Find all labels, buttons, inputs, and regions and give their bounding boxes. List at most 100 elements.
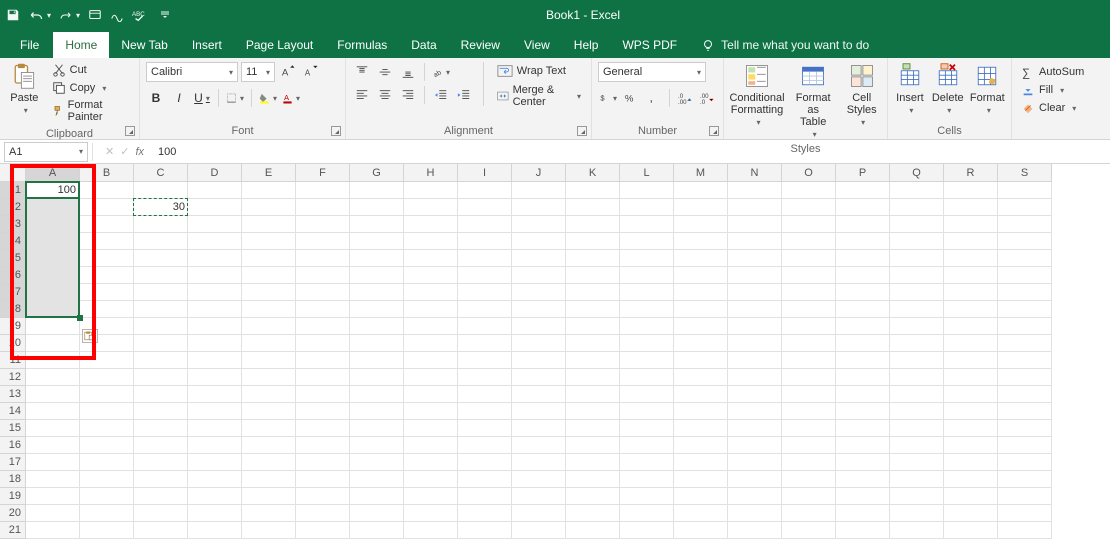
cell-E13[interactable]: [242, 386, 296, 403]
cell-C4[interactable]: [134, 233, 188, 250]
decrease-indent-button[interactable]: [431, 85, 451, 105]
cell-J14[interactable]: [512, 403, 566, 420]
cell-E17[interactable]: [242, 454, 296, 471]
redo-icon[interactable]: ▾: [59, 8, 80, 22]
cell-D16[interactable]: [188, 437, 242, 454]
cell-Q13[interactable]: [890, 386, 944, 403]
cell-H10[interactable]: [404, 335, 458, 352]
cell-F2[interactable]: [296, 199, 350, 216]
orientation-button[interactable]: ab▾: [431, 62, 451, 82]
cell-S8[interactable]: [998, 301, 1052, 318]
cell-G11[interactable]: [350, 352, 404, 369]
cell-K7[interactable]: [566, 284, 620, 301]
clipboard-launcher[interactable]: [125, 126, 135, 136]
cell-C14[interactable]: [134, 403, 188, 420]
cell-Q17[interactable]: [890, 454, 944, 471]
qat-icon-2[interactable]: [110, 8, 124, 22]
tab-file[interactable]: File: [6, 32, 53, 58]
delete-cells-button[interactable]: Delete ▾: [932, 62, 964, 115]
col-header-S[interactable]: S: [998, 164, 1052, 182]
cell-Q9[interactable]: [890, 318, 944, 335]
cell-L6[interactable]: [620, 267, 674, 284]
cell-C9[interactable]: [134, 318, 188, 335]
cell-S21[interactable]: [998, 522, 1052, 539]
spellcheck-icon[interactable]: ABC: [132, 8, 148, 22]
formula-bar-input[interactable]: 100: [150, 146, 1110, 158]
cell-K21[interactable]: [566, 522, 620, 539]
cell-K14[interactable]: [566, 403, 620, 420]
cell-S1[interactable]: [998, 182, 1052, 199]
cell-I10[interactable]: [458, 335, 512, 352]
cell-M16[interactable]: [674, 437, 728, 454]
cell-C2[interactable]: 30: [134, 199, 188, 216]
cell-J19[interactable]: [512, 488, 566, 505]
cell-L4[interactable]: [620, 233, 674, 250]
cell-D14[interactable]: [188, 403, 242, 420]
cell-P10[interactable]: [836, 335, 890, 352]
cell-E3[interactable]: [242, 216, 296, 233]
cell-N19[interactable]: [728, 488, 782, 505]
cell-C8[interactable]: [134, 301, 188, 318]
cell-Q11[interactable]: [890, 352, 944, 369]
align-left-button[interactable]: [352, 85, 372, 105]
tab-newtab[interactable]: New Tab: [109, 32, 179, 58]
cell-N3[interactable]: [728, 216, 782, 233]
cell-P2[interactable]: [836, 199, 890, 216]
row-header-15[interactable]: 15: [0, 420, 26, 437]
cell-H17[interactable]: [404, 454, 458, 471]
cell-I9[interactable]: [458, 318, 512, 335]
cell-R8[interactable]: [944, 301, 998, 318]
cell-E1[interactable]: [242, 182, 296, 199]
cell-S20[interactable]: [998, 505, 1052, 522]
col-header-P[interactable]: P: [836, 164, 890, 182]
cell-A7[interactable]: 678: [26, 284, 80, 301]
cell-P13[interactable]: [836, 386, 890, 403]
tab-pagelayout[interactable]: Page Layout: [234, 32, 325, 58]
cell-O16[interactable]: [782, 437, 836, 454]
cell-B14[interactable]: [80, 403, 134, 420]
bold-button[interactable]: B: [146, 88, 166, 108]
cell-C11[interactable]: [134, 352, 188, 369]
cell-P15[interactable]: [836, 420, 890, 437]
cell-H20[interactable]: [404, 505, 458, 522]
col-header-A[interactable]: A: [26, 164, 80, 182]
cell-E20[interactable]: [242, 505, 296, 522]
cell-O6[interactable]: [782, 267, 836, 284]
col-header-F[interactable]: F: [296, 164, 350, 182]
row-header-20[interactable]: 20: [0, 505, 26, 522]
cell-L16[interactable]: [620, 437, 674, 454]
cell-D20[interactable]: [188, 505, 242, 522]
cell-G15[interactable]: [350, 420, 404, 437]
cell-L1[interactable]: [620, 182, 674, 199]
cell-G14[interactable]: [350, 403, 404, 420]
cell-Q10[interactable]: [890, 335, 944, 352]
cell-K17[interactable]: [566, 454, 620, 471]
cell-D3[interactable]: [188, 216, 242, 233]
cell-C17[interactable]: [134, 454, 188, 471]
cell-M11[interactable]: [674, 352, 728, 369]
cell-N6[interactable]: [728, 267, 782, 284]
name-box[interactable]: A1▾: [4, 142, 88, 162]
cell-L14[interactable]: [620, 403, 674, 420]
cell-M20[interactable]: [674, 505, 728, 522]
cell-D8[interactable]: [188, 301, 242, 318]
cell-D21[interactable]: [188, 522, 242, 539]
select-all-corner[interactable]: [0, 164, 26, 182]
cell-J11[interactable]: [512, 352, 566, 369]
cell-B4[interactable]: [80, 233, 134, 250]
col-header-M[interactable]: M: [674, 164, 728, 182]
cell-H9[interactable]: [404, 318, 458, 335]
cell-E16[interactable]: [242, 437, 296, 454]
cell-C7[interactable]: [134, 284, 188, 301]
cell-Q5[interactable]: [890, 250, 944, 267]
cell-K2[interactable]: [566, 199, 620, 216]
cell-A2[interactable]: 200: [26, 199, 80, 216]
cell-N10[interactable]: [728, 335, 782, 352]
cell-A19[interactable]: [26, 488, 80, 505]
cell-E7[interactable]: [242, 284, 296, 301]
cell-O10[interactable]: [782, 335, 836, 352]
cell-E8[interactable]: [242, 301, 296, 318]
decrease-font-button[interactable]: A: [301, 62, 321, 82]
cell-I21[interactable]: [458, 522, 512, 539]
cell-J16[interactable]: [512, 437, 566, 454]
